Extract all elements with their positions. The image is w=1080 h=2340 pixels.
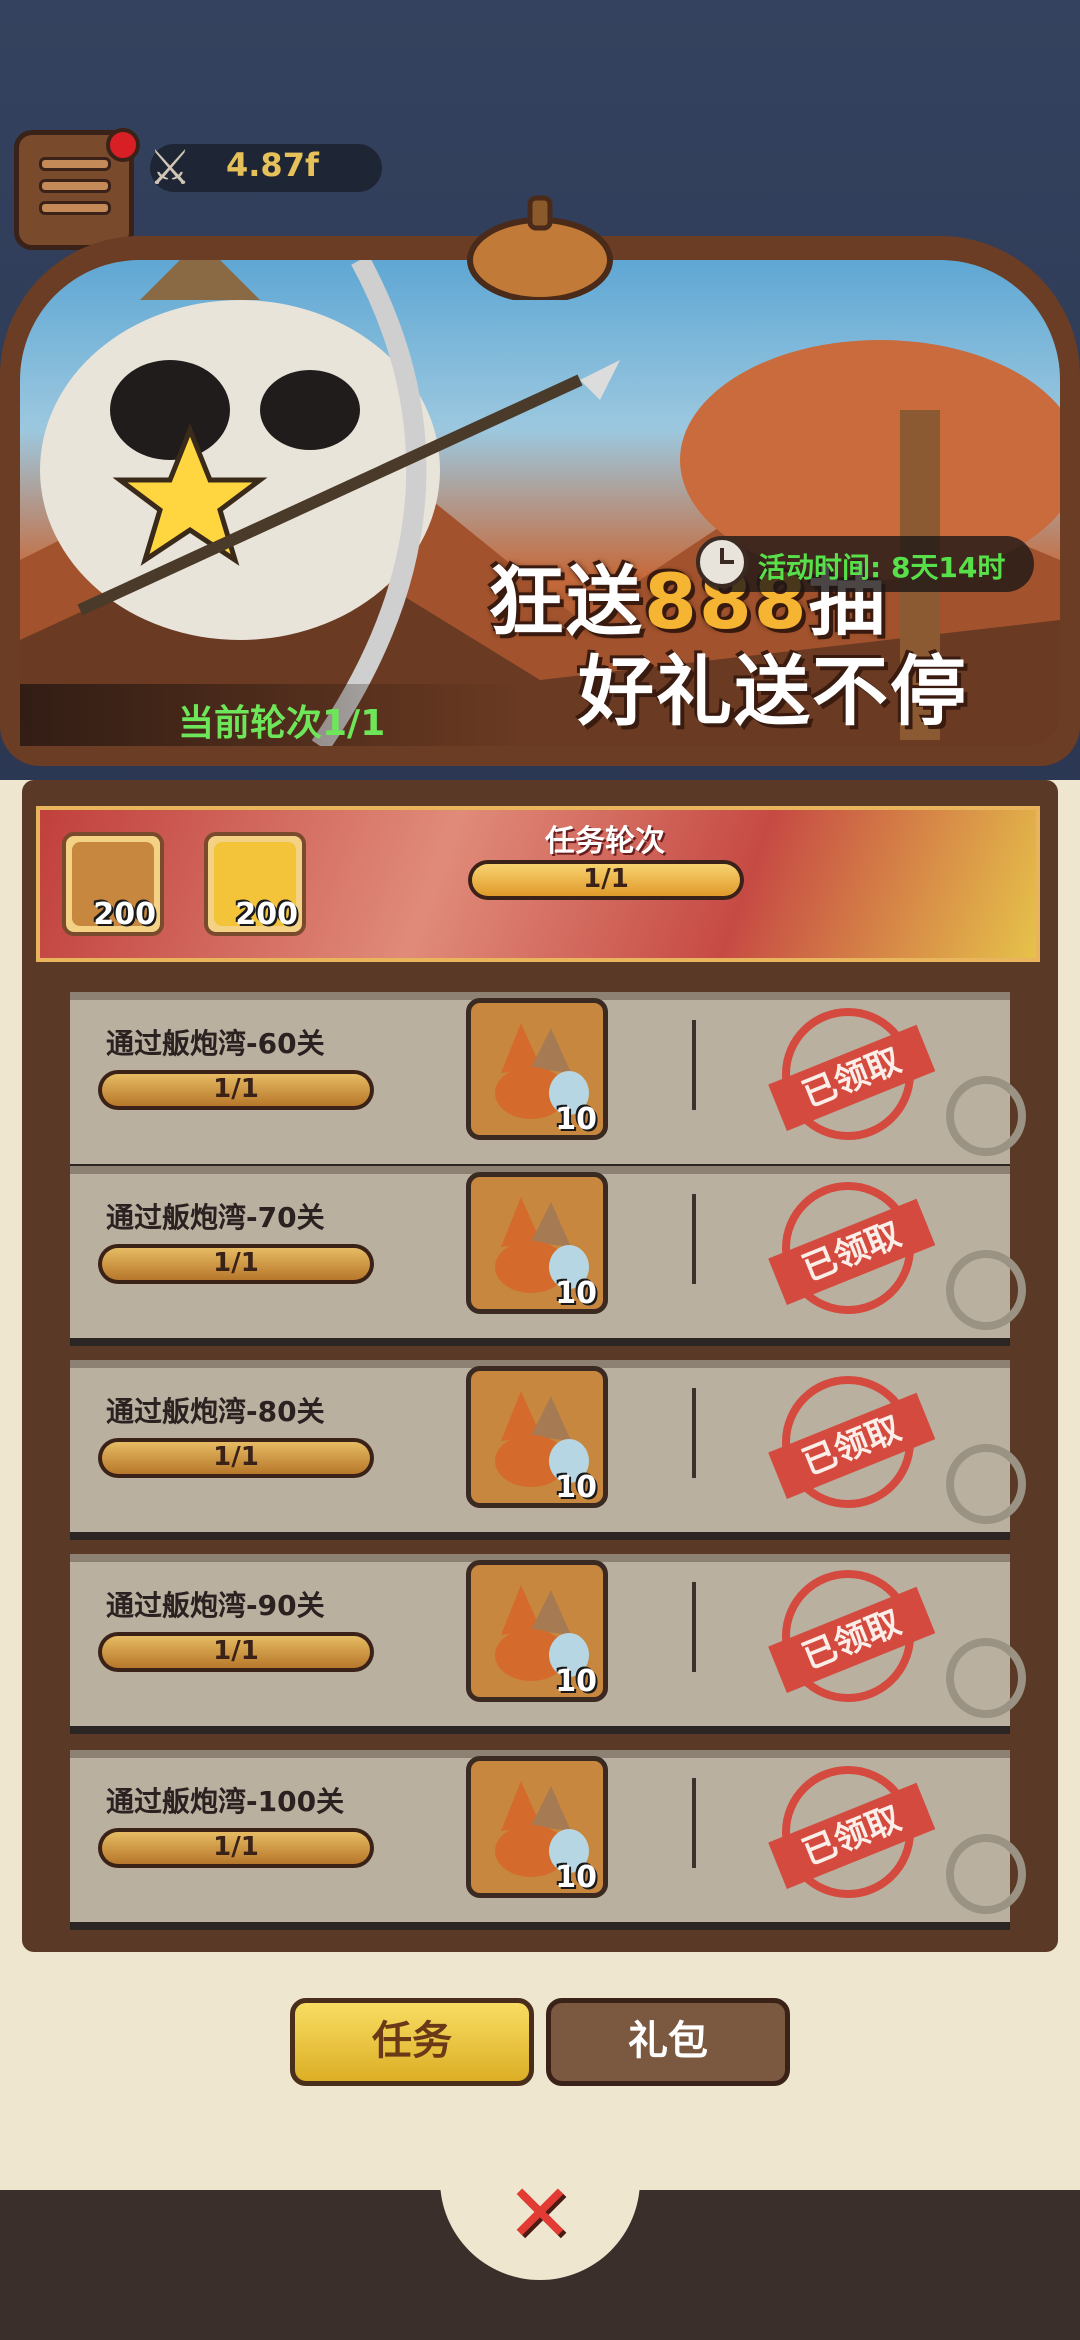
claimed-stamp: 已领取 xyxy=(762,1746,936,1918)
tab-task[interactable]: 任务 xyxy=(290,1998,534,2086)
task-title: 通过舨炮湾-70关 xyxy=(106,1201,325,1234)
swirl-decoration xyxy=(946,1250,1026,1330)
reward-count: 10 xyxy=(555,1102,597,1137)
task-progress-text: 1/1 xyxy=(213,1636,259,1666)
task-title: 通过舨炮湾-80关 xyxy=(106,1395,325,1428)
task-progress-text: 1/1 xyxy=(213,1832,259,1862)
task-round-progress-text: 1/1 xyxy=(583,864,629,894)
task-round-title: 任务轮次 xyxy=(545,824,665,859)
task-title: 通过舨炮湾-100关 xyxy=(106,1785,345,1818)
task-progress-bar: 1/1 xyxy=(98,1244,374,1284)
row-divider xyxy=(692,1582,696,1672)
task-progress-bar: 1/1 xyxy=(98,1828,374,1868)
task-reward-item[interactable]: 10 xyxy=(466,1756,608,1898)
acorn-emblem-icon xyxy=(467,195,613,300)
row-divider xyxy=(692,1388,696,1478)
task-progress-bar: 1/1 xyxy=(98,1438,374,1478)
reward-count: 10 xyxy=(555,1276,597,1311)
claimed-stamp: 已领取 xyxy=(762,1550,936,1722)
claimed-stamp: 已领取 xyxy=(762,988,936,1160)
tab-gift-pack[interactable]: 礼包 xyxy=(546,1998,790,2086)
reward-count: 10 xyxy=(555,1664,597,1699)
power-value: 4.87f xyxy=(226,146,319,184)
task-row: 通过舨炮湾-90关 1/1 10 已领取 xyxy=(70,1550,1026,1734)
swirl-decoration xyxy=(946,1834,1026,1914)
task-row: 通过舨炮湾-60关 1/1 10 已领取 xyxy=(70,988,1026,1172)
task-reward-item[interactable]: 10 xyxy=(466,998,608,1140)
round-reward-2[interactable]: 200 xyxy=(204,832,306,936)
task-round-progress-bar: 1/1 xyxy=(468,860,744,900)
swirl-decoration xyxy=(946,1076,1026,1156)
task-reward-item[interactable]: 10 xyxy=(466,1366,608,1508)
claimed-stamp: 已领取 xyxy=(762,1356,936,1528)
row-divider xyxy=(692,1194,696,1284)
task-reward-item[interactable]: 10 xyxy=(466,1560,608,1702)
reward-count: 200 xyxy=(235,897,298,932)
clock-icon xyxy=(696,536,748,588)
banner-slogan-line2: 好礼送不停 xyxy=(578,647,968,736)
task-reward-item[interactable]: 10 xyxy=(466,1172,608,1314)
swirl-decoration xyxy=(946,1444,1026,1524)
reward-count: 10 xyxy=(555,1470,597,1505)
task-title: 通过舨炮湾-60关 xyxy=(106,1027,325,1060)
crossed-swords-icon: ⚔ xyxy=(148,140,192,196)
current-round-text: 当前轮次1/1 xyxy=(178,703,386,744)
notification-dot xyxy=(106,128,140,162)
task-row: 通过舨炮湾-80关 1/1 10 已领取 xyxy=(70,1356,1026,1540)
swirl-decoration xyxy=(946,1638,1026,1718)
round-reward-1[interactable]: 200 xyxy=(62,832,164,936)
task-progress-bar: 1/1 xyxy=(98,1632,374,1672)
task-progress-text: 1/1 xyxy=(213,1074,259,1104)
activity-time-text: 活动时间: 8天14时 xyxy=(758,551,1006,584)
close-icon[interactable]: ✕ xyxy=(500,2174,580,2254)
task-progress-text: 1/1 xyxy=(213,1248,259,1278)
reward-count: 200 xyxy=(93,897,156,932)
task-row: 通过舨炮湾-70关 1/1 10 已领取 xyxy=(70,1162,1026,1346)
row-divider xyxy=(692,1778,696,1868)
task-title: 通过舨炮湾-90关 xyxy=(106,1589,325,1622)
task-progress-bar: 1/1 xyxy=(98,1070,374,1110)
claimed-stamp: 已领取 xyxy=(762,1162,936,1334)
task-row: 通过舨炮湾-100关 1/1 10 已领取 xyxy=(70,1746,1026,1930)
row-divider xyxy=(692,1020,696,1110)
reward-count: 10 xyxy=(555,1860,597,1895)
task-progress-text: 1/1 xyxy=(213,1442,259,1472)
